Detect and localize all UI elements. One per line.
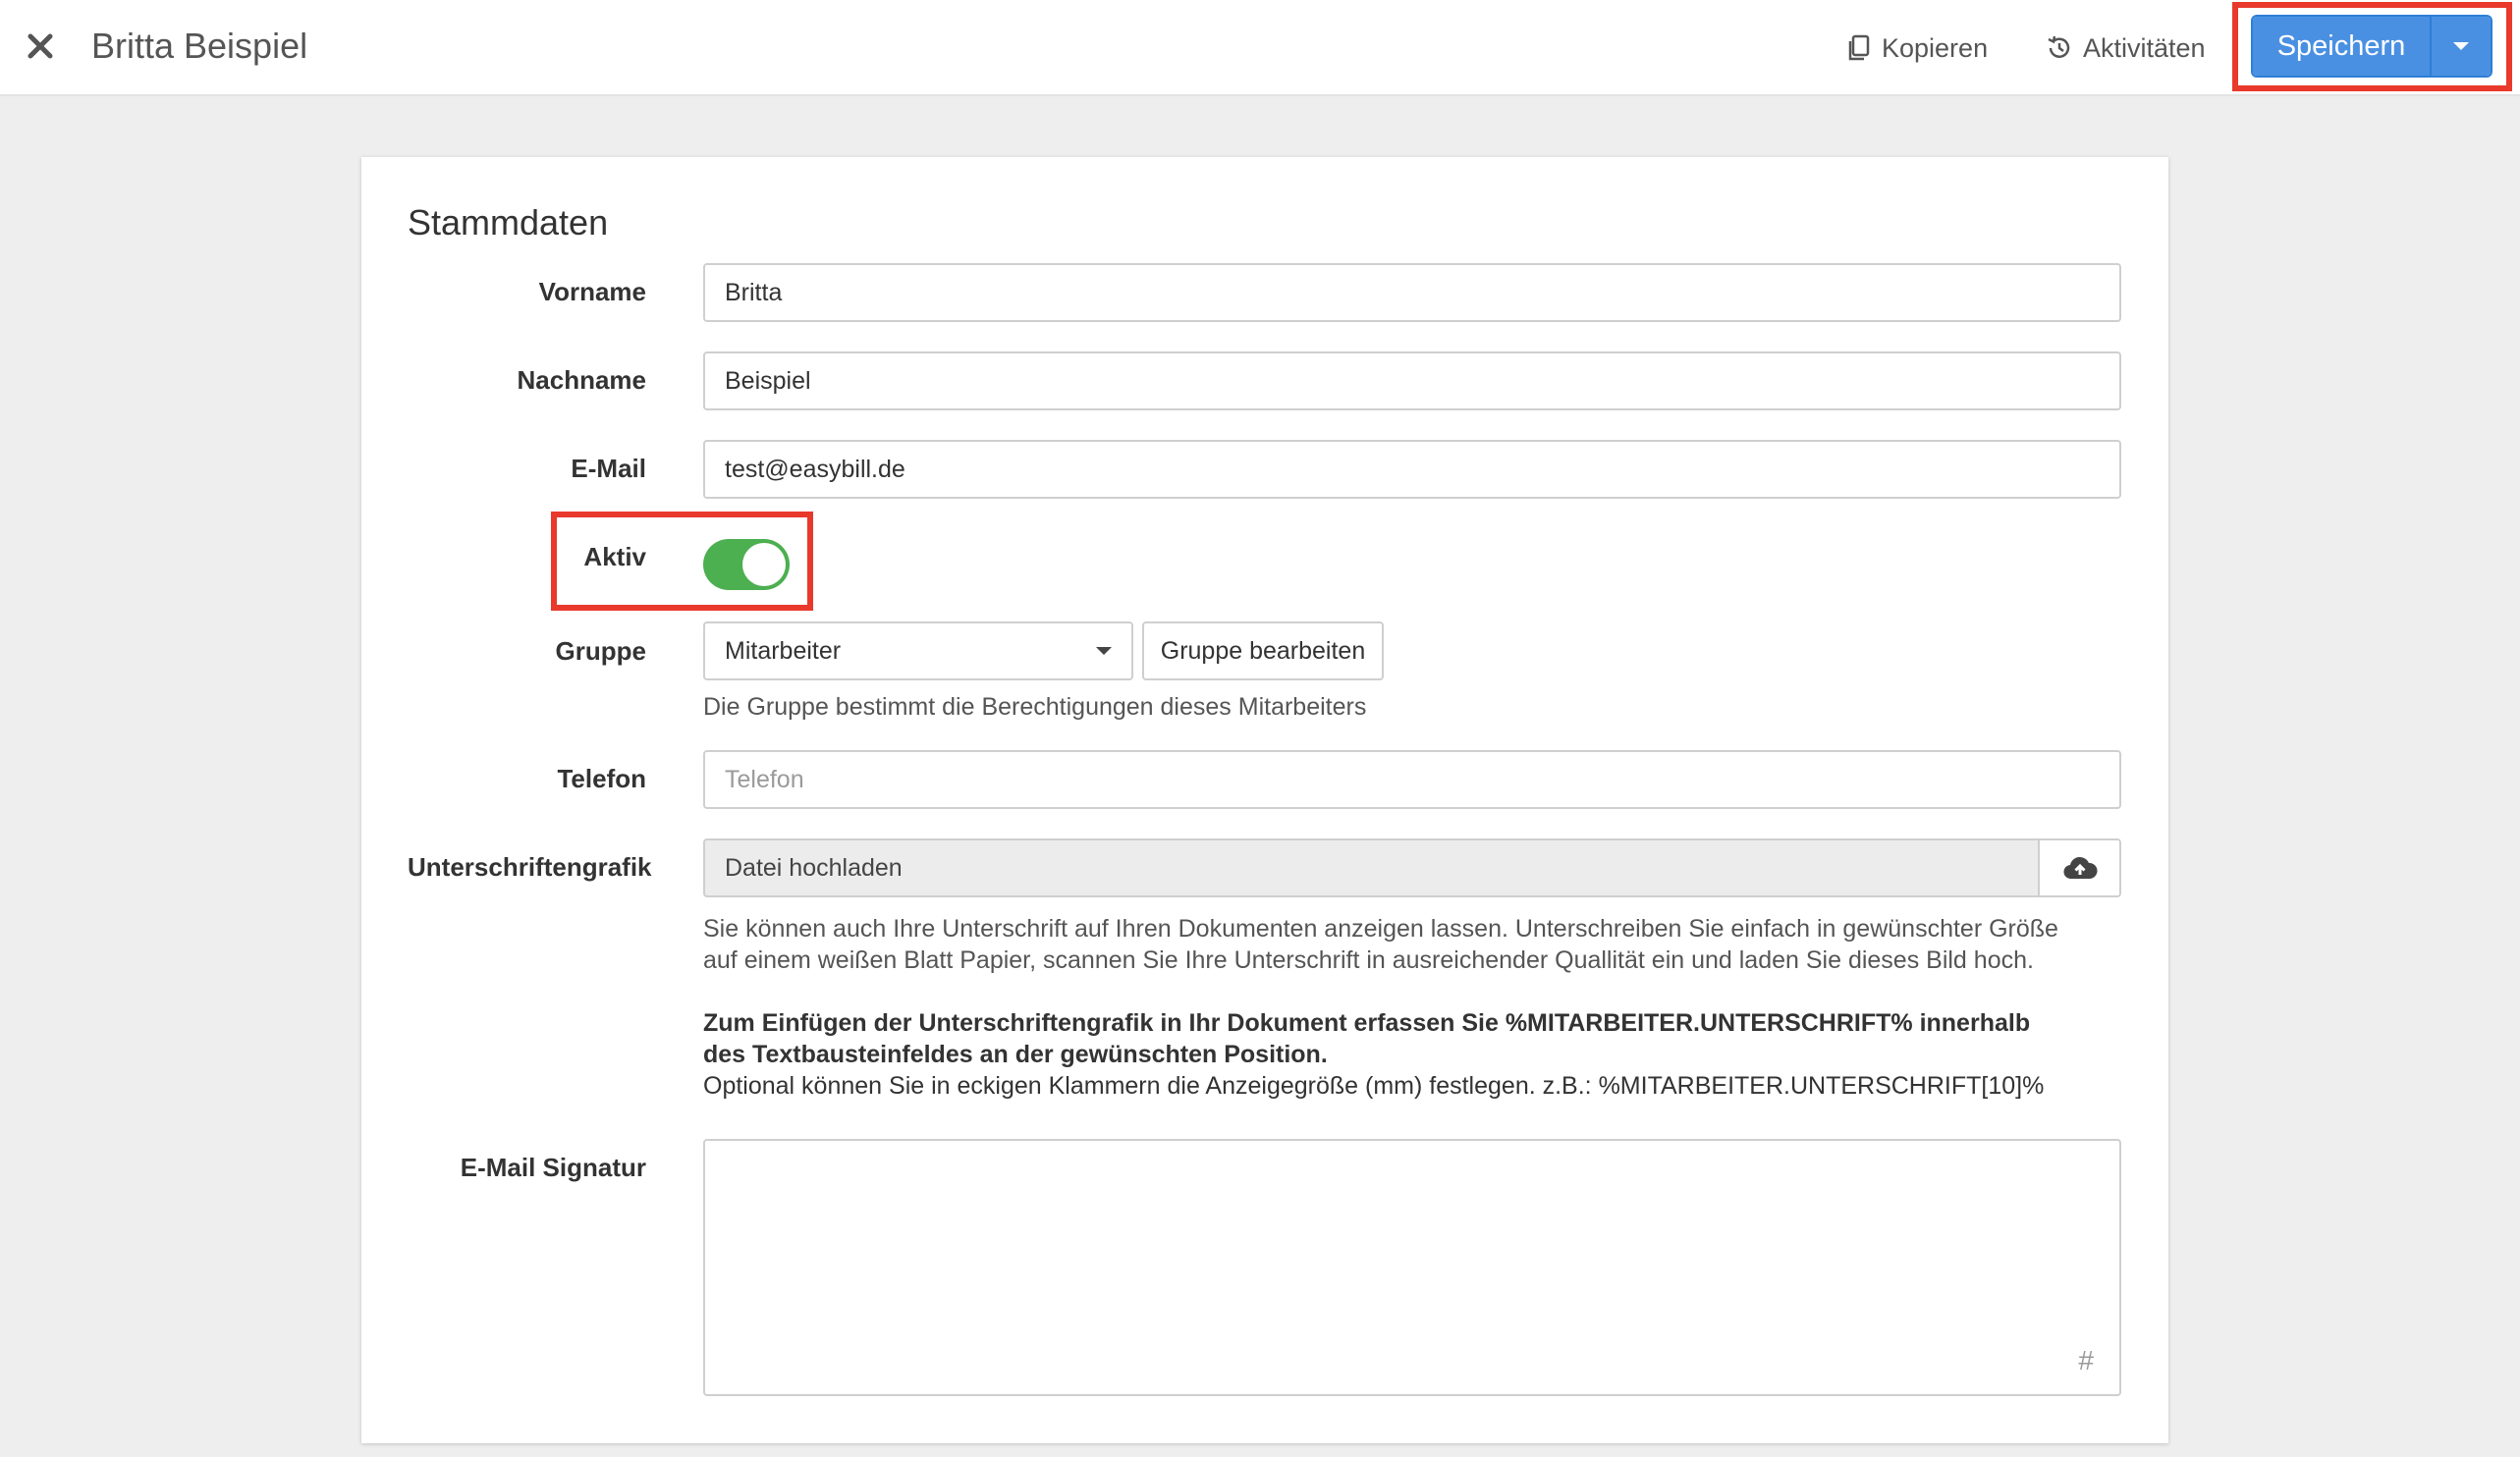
copy-label: Kopieren (1882, 32, 1989, 63)
signature-optional-line: Optional können Sie in eckigen Klammern … (703, 1072, 2045, 1100)
group-select[interactable]: Mitarbeiter (703, 621, 1133, 680)
caret-down-icon (1096, 647, 1112, 655)
signature-bold-line-2: des Textbausteinfeldes an der gewünschte… (703, 1041, 1328, 1068)
activities-button[interactable]: Aktivitäten (2046, 29, 2206, 67)
signature-help-line-2: auf einem weißen Blatt Papier, scannen S… (703, 946, 2034, 974)
copy-icon (1848, 34, 1870, 61)
toggle-knob (742, 543, 786, 586)
cloud-upload-icon (2062, 856, 2098, 880)
email-input[interactable]: test@easybill.de (703, 440, 2121, 499)
email-signature-textarea[interactable]: # (703, 1139, 2121, 1396)
email-signature-label: E-Mail Signatur (460, 1153, 646, 1182)
group-label: Gruppe (555, 636, 646, 666)
save-button-group: Speichern (2251, 15, 2493, 78)
signature-file-row: Datei hochladen (703, 838, 2121, 897)
phone-input[interactable]: Telefon (703, 750, 2121, 809)
save-button[interactable]: Speichern (2253, 17, 2430, 76)
email-label: E-Mail (571, 454, 646, 483)
signature-file-input[interactable]: Datei hochladen (703, 838, 2038, 897)
close-icon (27, 33, 53, 59)
close-button[interactable] (22, 27, 59, 65)
activities-label: Aktivitäten (2083, 32, 2206, 63)
group-selected-value: Mitarbeiter (725, 636, 842, 665)
group-help-text: Die Gruppe bestimmt die Berechtigungen d… (703, 693, 1367, 721)
section-title: Stammdaten (408, 202, 609, 243)
phone-label: Telefon (557, 764, 646, 793)
first-name-input[interactable]: Britta (703, 263, 2121, 322)
signature-image-label: Unterschriftengrafik (408, 852, 652, 882)
last-name-label: Nachname (517, 365, 647, 395)
last-name-input[interactable]: Beispiel (703, 351, 2121, 410)
employee-form-card: Stammdaten Vorname Britta Nachname Beisp… (361, 157, 2168, 1443)
history-icon (2048, 35, 2070, 58)
signature-help-line-1: Sie können auch Ihre Unterschrift auf Ih… (703, 915, 2058, 943)
active-label: Aktiv (583, 542, 646, 571)
top-bar: Britta Beispiel Kopieren Aktivitäten Spe… (0, 0, 2520, 96)
edit-group-button[interactable]: Gruppe bearbeiten (1142, 621, 1384, 680)
copy-button[interactable]: Kopieren (1846, 29, 1988, 67)
active-toggle[interactable] (703, 539, 790, 590)
placeholder-hash-icon[interactable]: # (2078, 1345, 2094, 1376)
page-title: Britta Beispiel (91, 26, 308, 66)
upload-button[interactable] (2038, 838, 2121, 897)
first-name-label: Vorname (538, 277, 646, 306)
chevron-down-icon (2453, 42, 2469, 50)
signature-bold-line-1: Zum Einfügen der Unterschriftengrafik in… (703, 1009, 2031, 1037)
save-options-dropdown[interactable] (2430, 17, 2491, 76)
